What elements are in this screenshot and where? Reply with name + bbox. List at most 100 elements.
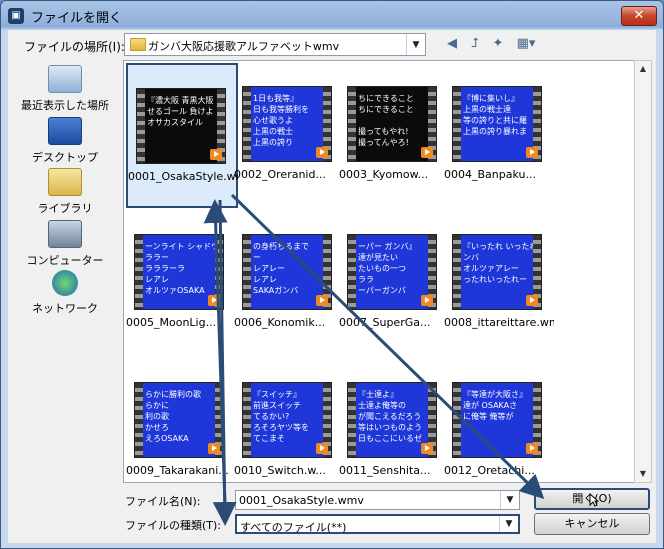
film-strip bbox=[135, 383, 143, 457]
file-tile[interactable]: 『濃大阪 青黒大阪 せるゴール 負けよ オサカスタイル 0001_OsakaSty… bbox=[126, 63, 238, 208]
video-thumbnail: 『博に集いし』 上黒の戦士達 等の誇りと共に羅 上黒の誇り暴れま bbox=[452, 86, 542, 162]
vertical-scrollbar[interactable]: ▲ ▼ bbox=[634, 60, 652, 483]
look-in-combobox[interactable]: ガンバ大阪応援歌アルファベットwmv ▼ bbox=[124, 33, 426, 56]
video-thumbnail: 『スイッチ』 前進スイッチ てるかい? ろそろヤツ等を てこまそ bbox=[242, 382, 332, 458]
thumbnail-lyrics: の身朽ちるまで ー レアレー レアレ SAKAガンバ bbox=[253, 242, 309, 295]
chevron-down-icon[interactable]: ▼ bbox=[406, 34, 425, 55]
scroll-down-icon[interactable]: ▼ bbox=[635, 466, 651, 482]
file-tile[interactable]: の身朽ちるまで ー レアレー レアレ SAKAガンバ 0006_Konomik..… bbox=[234, 211, 334, 329]
file-name: 0009_Takarakani... bbox=[126, 464, 229, 477]
mouse-cursor-icon bbox=[589, 493, 599, 507]
file-name: 0011_Senshita... bbox=[339, 464, 431, 477]
file-tile[interactable]: ーンライト シャドウ』 ララー ラララーラ レアレ オルツァOSAKA 0005_… bbox=[126, 211, 226, 329]
film-strip bbox=[348, 383, 356, 457]
play-icon bbox=[526, 443, 538, 454]
video-thumbnail: ーンライト シャドウ』 ララー ラララーラ レアレ オルツァOSAKA bbox=[134, 234, 224, 310]
thumbnail-lyrics: 『いったれ いったれ ンバ オルツァアレー ったれいったれー bbox=[463, 242, 533, 284]
play-icon bbox=[316, 295, 328, 306]
file-name: 0010_Switch.w... bbox=[234, 464, 326, 477]
film-strip bbox=[135, 235, 143, 309]
file-type-value: すべてのファイル(**) bbox=[240, 521, 347, 534]
place-recent[interactable]: 最近表示した場所 bbox=[15, 65, 115, 113]
thumbnail-lyrics: 『スイッチ』 前進スイッチ てるかい? ろそろヤツ等を てこまそ bbox=[253, 390, 309, 443]
video-thumbnail: 『等達が大阪さ』 達が OSAKAさ に俺等 俺等が bbox=[452, 382, 542, 458]
video-thumbnail: 『士達よ』 士達よ俺等の が聞こえるだろう 等はいつものよう 日もここにいるゼ bbox=[347, 382, 437, 458]
place-library[interactable]: ライブラリ bbox=[15, 168, 115, 216]
thumbnail-lyrics: ーンライト シャドウ』 ララー ラララーラ レアレ オルツァOSAKA bbox=[145, 242, 215, 295]
play-icon bbox=[208, 443, 220, 454]
file-name: 0006_Konomik... bbox=[234, 316, 326, 329]
play-icon bbox=[316, 443, 328, 454]
film-strip bbox=[348, 235, 356, 309]
file-tile[interactable]: 『博に集いし』 上黒の戦士達 等の誇りと共に羅 上黒の誇り暴れま 0004_Ban… bbox=[444, 63, 544, 181]
file-name-label: ファイル名(N): bbox=[125, 495, 201, 508]
file-tile[interactable]: ちにできること ちにできること 撮ってもやれ! 撮ってんやろ! 0003_Kyom… bbox=[339, 63, 439, 181]
file-name-combobox[interactable]: 0001_OsakaStyle.wmv ▼ bbox=[235, 490, 520, 510]
video-thumbnail: ちにできること ちにできること 撮ってもやれ! 撮ってんやろ! bbox=[347, 86, 437, 162]
play-icon bbox=[421, 147, 433, 158]
desktop-icon bbox=[48, 117, 82, 145]
file-tile[interactable]: 『スイッチ』 前進スイッチ てるかい? ろそろヤツ等を てこまそ 0010_Swi… bbox=[234, 359, 334, 477]
place-network[interactable]: ネットワーク bbox=[15, 270, 115, 316]
place-label: ライブラリ bbox=[37, 202, 93, 215]
thumbnail-lyrics: 『博に集いし』 上黒の戦士達 等の誇りと共に羅 上黒の誇り暴れま bbox=[463, 94, 527, 136]
play-icon bbox=[210, 149, 222, 160]
video-thumbnail: らかに勝利の歌 らかに 利の歌 かせろ えろOSAKA bbox=[134, 382, 224, 458]
thumbnail-lyrics: らかに勝利の歌 らかに 利の歌 かせろ えろOSAKA bbox=[145, 390, 201, 443]
film-strip bbox=[453, 383, 461, 457]
place-computer[interactable]: コンピューター bbox=[15, 220, 115, 268]
file-name: 0003_Kyomow... bbox=[339, 168, 429, 181]
file-tile[interactable]: 『いったれ いったれ ンバ オルツァアレー ったれいったれー 0008_ittar… bbox=[444, 211, 554, 329]
file-list[interactable]: 『濃大阪 青黒大阪 せるゴール 負けよ オサカスタイル 0001_OsakaSty… bbox=[123, 60, 636, 483]
cancel-button[interactable]: キャンセル bbox=[534, 513, 650, 535]
video-thumbnail: 『濃大阪 青黒大阪 せるゴール 負けよ オサカスタイル bbox=[136, 88, 226, 164]
new-folder-icon[interactable]: ✦ bbox=[487, 33, 509, 55]
place-label: デスクトップ bbox=[32, 151, 98, 164]
file-tile[interactable]: ーパー ガンバ』 達が見たい たいもの一つ ララ ーパーガンバ 0007_Supe… bbox=[339, 211, 439, 329]
thumbnail-lyrics: 『士達よ』 士達よ俺等の が聞こえるだろう 等はいつものよう 日もここにいるゼ bbox=[358, 390, 422, 443]
thumbnail-lyrics: ちにできること ちにできること 撮ってもやれ! 撮ってんやろ! bbox=[358, 94, 414, 147]
thumbnail-lyrics: 『濃大阪 青黒大阪 せるゴール 負けよ オサカスタイル bbox=[147, 96, 214, 127]
film-strip bbox=[243, 87, 251, 161]
view-menu-icon[interactable]: ▦▾ bbox=[512, 33, 540, 55]
film-strip bbox=[243, 383, 251, 457]
video-thumbnail: 1日も我等』 日も我等勝利を 心せ歌うよ 上黒の戦士 上黒の誇り bbox=[242, 86, 332, 162]
chevron-down-icon[interactable]: ▼ bbox=[499, 516, 518, 532]
file-tile[interactable]: らかに勝利の歌 らかに 利の歌 かせろ えろOSAKA 0009_Takaraka… bbox=[126, 359, 229, 477]
network-icon bbox=[52, 270, 78, 296]
place-label: 最近表示した場所 bbox=[21, 99, 109, 112]
film-strip bbox=[348, 87, 356, 161]
play-icon bbox=[526, 147, 538, 158]
play-icon bbox=[316, 147, 328, 158]
film-strip bbox=[453, 87, 461, 161]
scroll-up-icon[interactable]: ▲ bbox=[635, 61, 651, 77]
file-name: 0012_Oretachi... bbox=[444, 464, 535, 477]
place-desktop[interactable]: デスクトップ bbox=[15, 117, 115, 165]
file-tile[interactable]: 『等達が大阪さ』 達が OSAKAさ に俺等 俺等が 0012_Oretachi… bbox=[444, 359, 544, 477]
play-icon bbox=[526, 295, 538, 306]
back-arrow-icon[interactable]: ◀ bbox=[441, 33, 463, 55]
file-tile[interactable]: 1日も我等』 日も我等勝利を 心せ歌うよ 上黒の戦士 上黒の誇り 0002_Ore… bbox=[234, 63, 334, 181]
file-type-label: ファイルの種類(T): bbox=[125, 519, 222, 532]
look-in-label: ファイルの場所(I): bbox=[24, 40, 125, 54]
computer-icon bbox=[48, 220, 82, 248]
thumbnail-lyrics: 『等達が大阪さ』 達が OSAKAさ に俺等 俺等が bbox=[463, 390, 527, 421]
look-in-value: ガンバ大阪応援歌アルファベットwmv bbox=[148, 40, 340, 53]
place-label: ネットワーク bbox=[32, 302, 98, 315]
thumbnail-lyrics: ーパー ガンバ』 達が見たい たいもの一つ ララ ーパーガンバ bbox=[358, 242, 417, 295]
app-icon: ▣ bbox=[8, 8, 24, 24]
up-folder-icon[interactable]: ⮥ bbox=[464, 33, 486, 55]
thumbnail-lyrics: 1日も我等』 日も我等勝利を 心せ歌うよ 上黒の戦士 上黒の誇り bbox=[253, 94, 309, 147]
file-type-select[interactable]: すべてのファイル(**) ▼ bbox=[235, 514, 520, 534]
video-thumbnail: ーパー ガンバ』 達が見たい たいもの一つ ララ ーパーガンバ bbox=[347, 234, 437, 310]
chevron-down-icon[interactable]: ▼ bbox=[500, 491, 519, 509]
places-bar: 最近表示した場所 デスクトップ ライブラリ コンピューター ネットワーク bbox=[15, 60, 115, 485]
title-bar[interactable]: ▣ ファイルを開く ✕ bbox=[1, 1, 663, 31]
file-name: 0007_SuperGa... bbox=[339, 316, 431, 329]
place-label: コンピューター bbox=[26, 254, 104, 267]
play-icon bbox=[208, 295, 220, 306]
video-thumbnail: 『いったれ いったれ ンバ オルツァアレー ったれいったれー bbox=[452, 234, 542, 310]
file-tile[interactable]: 『士達よ』 士達よ俺等の が聞こえるだろう 等はいつものよう 日もここにいるゼ 0… bbox=[339, 359, 439, 477]
library-icon bbox=[48, 168, 82, 196]
close-button[interactable]: ✕ bbox=[621, 6, 657, 26]
